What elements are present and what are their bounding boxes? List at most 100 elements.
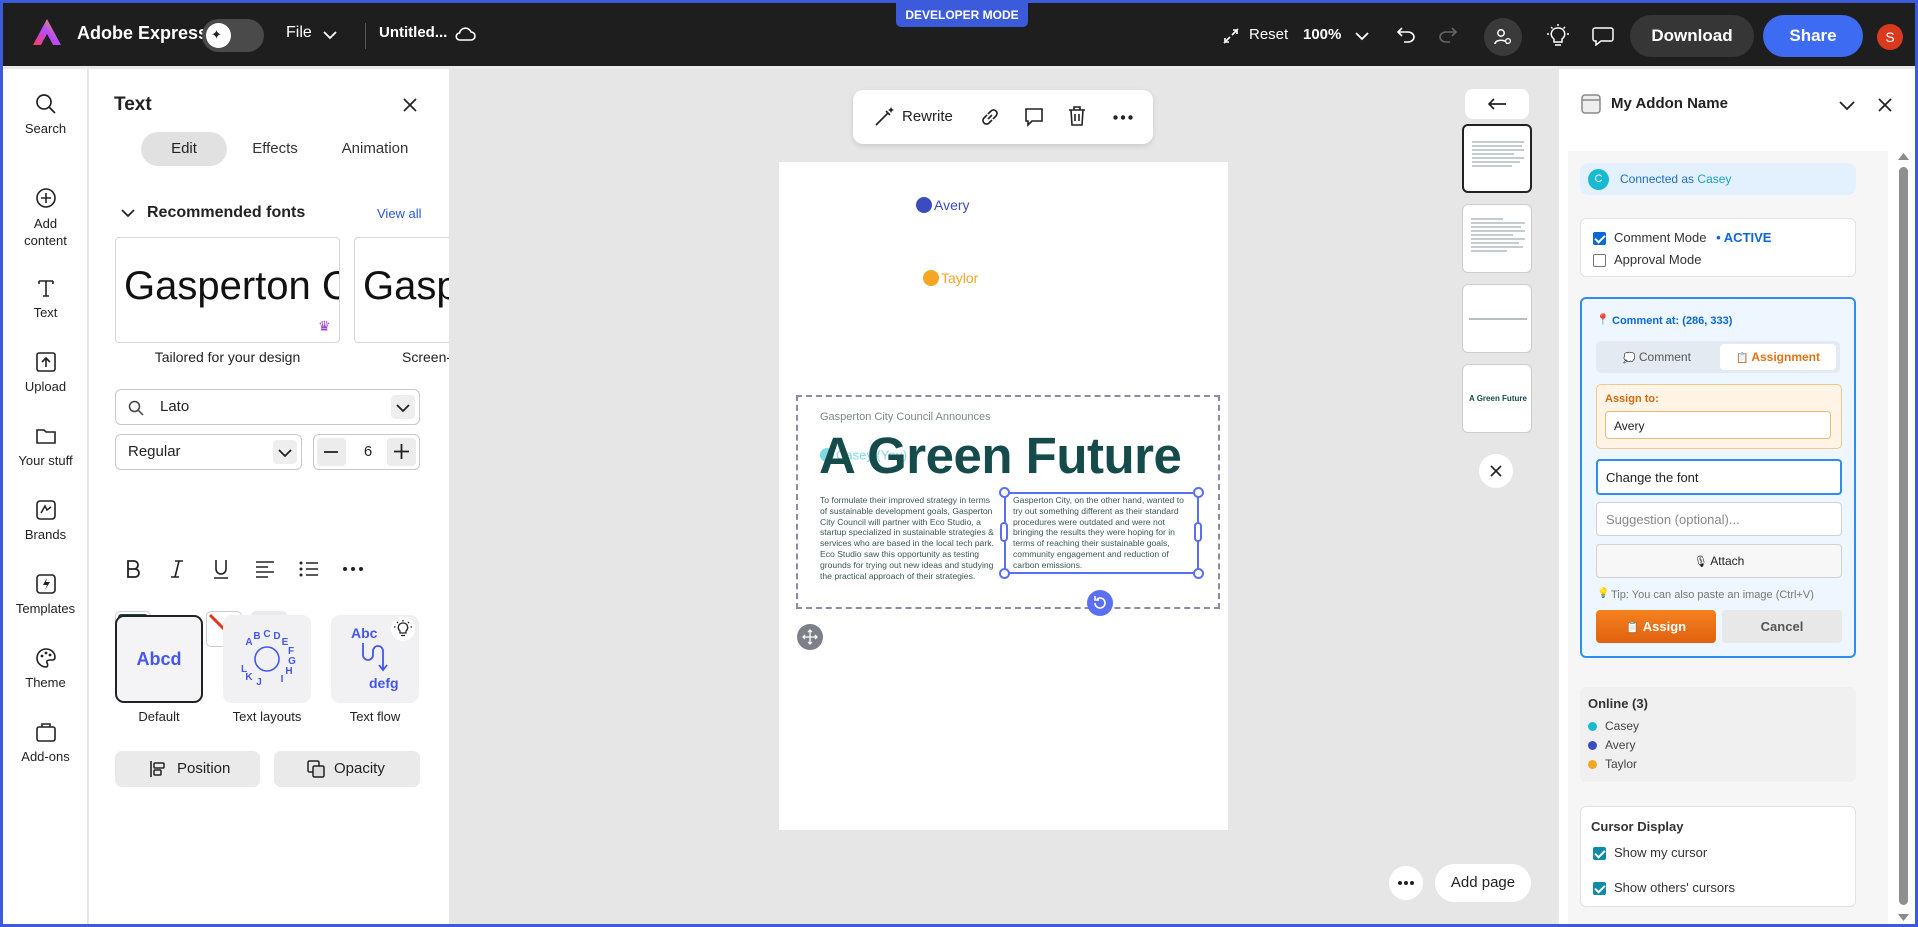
- preset-text-layouts[interactable]: CDEFGHBALKJI: [223, 615, 311, 703]
- scroll-down-icon[interactable]: [1898, 914, 1909, 922]
- resize-handle[interactable]: [1000, 522, 1008, 542]
- undo-icon[interactable]: [1396, 26, 1416, 44]
- close-icon[interactable]: [402, 97, 418, 113]
- opacity-button[interactable]: Opacity: [274, 751, 420, 787]
- trash-icon[interactable]: [1067, 105, 1087, 127]
- tab-animation[interactable]: Animation: [321, 132, 429, 166]
- attach-button[interactable]: 🎙 Attach: [1596, 544, 1842, 578]
- magic-toggle[interactable]: ✦: [202, 19, 264, 52]
- scrollbar[interactable]: [1896, 151, 1911, 924]
- rail-item-search[interactable]: Search: [3, 93, 88, 136]
- close-icon[interactable]: [1877, 97, 1893, 113]
- plus-icon[interactable]: [394, 444, 409, 459]
- palette-icon: [35, 648, 56, 668]
- adobe-express-logo-icon[interactable]: [31, 17, 63, 49]
- addon-content[interactable]: C Connected as Casey Comment Mode • ACTI…: [1568, 151, 1888, 924]
- tab-assignment[interactable]: 📋 Assignment: [1720, 344, 1836, 370]
- rotate-handle[interactable]: [1087, 590, 1113, 616]
- page-thumbnail-1[interactable]: [1462, 124, 1532, 193]
- body-column-2[interactable]: Gasperton City, on the other hand, wante…: [1013, 495, 1191, 571]
- download-button[interactable]: Download: [1630, 15, 1754, 57]
- tab-edit[interactable]: Edit: [141, 132, 227, 166]
- magic-wand-icon[interactable]: [873, 106, 895, 128]
- share-button[interactable]: Share: [1763, 15, 1863, 57]
- rail-item-add-ons[interactable]: Add-ons: [3, 721, 88, 764]
- zoom-level[interactable]: 100%: [1303, 26, 1341, 43]
- cancel-button[interactable]: Cancel: [1722, 610, 1842, 643]
- rail-item-upload[interactable]: Upload: [3, 351, 88, 394]
- assign-button[interactable]: 📋 Assign: [1596, 610, 1716, 643]
- avatar[interactable]: S: [1877, 24, 1903, 50]
- kicker-text[interactable]: Gasperton City Council Announces: [820, 411, 991, 423]
- remote-cursor-taylor: Taylor: [923, 269, 978, 287]
- rail-item-templates[interactable]: Templates: [3, 573, 88, 616]
- view-all-link[interactable]: View all: [377, 206, 422, 221]
- minus-icon[interactable]: [324, 451, 338, 453]
- chevron-down-icon[interactable]: [323, 30, 337, 40]
- collaborate-button[interactable]: [1484, 18, 1522, 56]
- close-pages-button[interactable]: [1479, 454, 1513, 488]
- page-thumbnail-4[interactable]: A Green Future: [1462, 364, 1532, 433]
- link-icon[interactable]: [979, 106, 1001, 128]
- list-icon[interactable]: [295, 555, 323, 583]
- assignee-select[interactable]: Avery: [1605, 411, 1831, 439]
- resize-handle[interactable]: [999, 568, 1010, 579]
- reset-icon[interactable]: [1222, 27, 1240, 45]
- show-my-cursor-checkbox[interactable]: Show my cursor: [1593, 845, 1707, 861]
- font-size-stepper[interactable]: 6: [313, 434, 420, 470]
- font-family-select[interactable]: Lato: [115, 389, 420, 425]
- font-card[interactable]: Gasp: [354, 237, 449, 343]
- page-thumbnail-3[interactable]: [1462, 284, 1532, 353]
- collapse-pages-button[interactable]: [1465, 89, 1529, 119]
- preset-default[interactable]: Abcd: [115, 615, 203, 703]
- redo-icon[interactable]: [1438, 26, 1458, 44]
- connection-status: C Connected as Casey: [1580, 163, 1856, 195]
- resize-handle[interactable]: [1193, 487, 1204, 498]
- underline-icon[interactable]: [207, 555, 235, 583]
- italic-icon[interactable]: [163, 555, 191, 583]
- position-button[interactable]: Position: [115, 751, 260, 787]
- more-icon[interactable]: [339, 555, 367, 583]
- lightbulb-icon[interactable]: [1547, 24, 1569, 48]
- font-weight-select[interactable]: Regular: [115, 434, 302, 470]
- suggestion-input[interactable]: Suggestion (optional)...: [1596, 502, 1842, 536]
- comment-icon[interactable]: [1592, 26, 1614, 46]
- add-page-button[interactable]: Add page: [1435, 864, 1531, 902]
- rail-item-brands[interactable]: Brands: [3, 499, 88, 542]
- move-handle[interactable]: [797, 624, 823, 650]
- file-menu[interactable]: File: [286, 24, 312, 42]
- scroll-up-icon[interactable]: [1898, 152, 1909, 160]
- comment-icon[interactable]: [1023, 106, 1045, 128]
- more-icon[interactable]: [1113, 115, 1133, 120]
- chevron-down-icon[interactable]: [121, 208, 135, 218]
- font-card[interactable]: Gasperton C ♛: [115, 237, 340, 343]
- rail-item-text[interactable]: Text: [3, 277, 88, 320]
- headline-text[interactable]: A Green Future: [819, 426, 1182, 485]
- chevron-down-icon[interactable]: [1839, 100, 1855, 110]
- resize-handle[interactable]: [1193, 568, 1204, 579]
- reset-button[interactable]: Reset: [1249, 26, 1288, 43]
- rail-item-add-content[interactable]: Add content: [3, 187, 88, 249]
- tab-comment[interactable]: 💭 Comment: [1600, 344, 1714, 370]
- rewrite-button[interactable]: Rewrite: [902, 108, 953, 125]
- comment-input[interactable]: Change the font: [1596, 459, 1842, 495]
- rail-item-theme[interactable]: Theme: [3, 647, 88, 690]
- document-title[interactable]: Untitled...: [379, 24, 447, 41]
- tab-effects[interactable]: Effects: [239, 132, 311, 166]
- resize-handle[interactable]: [999, 487, 1010, 498]
- page-thumbnail-2[interactable]: [1462, 204, 1532, 273]
- rail-item-your-stuff[interactable]: Your stuff: [3, 425, 88, 468]
- preset-text-flow[interactable]: Abc defg: [331, 615, 419, 703]
- svg-text:H: H: [285, 666, 292, 677]
- design-page[interactable]: Avery Taylor Gasperton City Council Anno…: [779, 162, 1228, 830]
- page-options-button[interactable]: [1389, 866, 1423, 900]
- align-left-icon[interactable]: [251, 555, 279, 583]
- bold-icon[interactable]: [119, 555, 147, 583]
- body-column-1[interactable]: To formulate their improved strategy in …: [820, 495, 998, 581]
- zoom-chevron-icon[interactable]: [1355, 31, 1369, 41]
- resize-handle[interactable]: [1194, 522, 1202, 542]
- scrollbar-thumb[interactable]: [1899, 167, 1908, 905]
- approval-mode-checkbox[interactable]: Approval Mode: [1593, 252, 1701, 268]
- comment-mode-checkbox[interactable]: Comment Mode • ACTIVE: [1593, 230, 1771, 246]
- show-others-cursors-checkbox[interactable]: Show others' cursors: [1593, 880, 1735, 896]
